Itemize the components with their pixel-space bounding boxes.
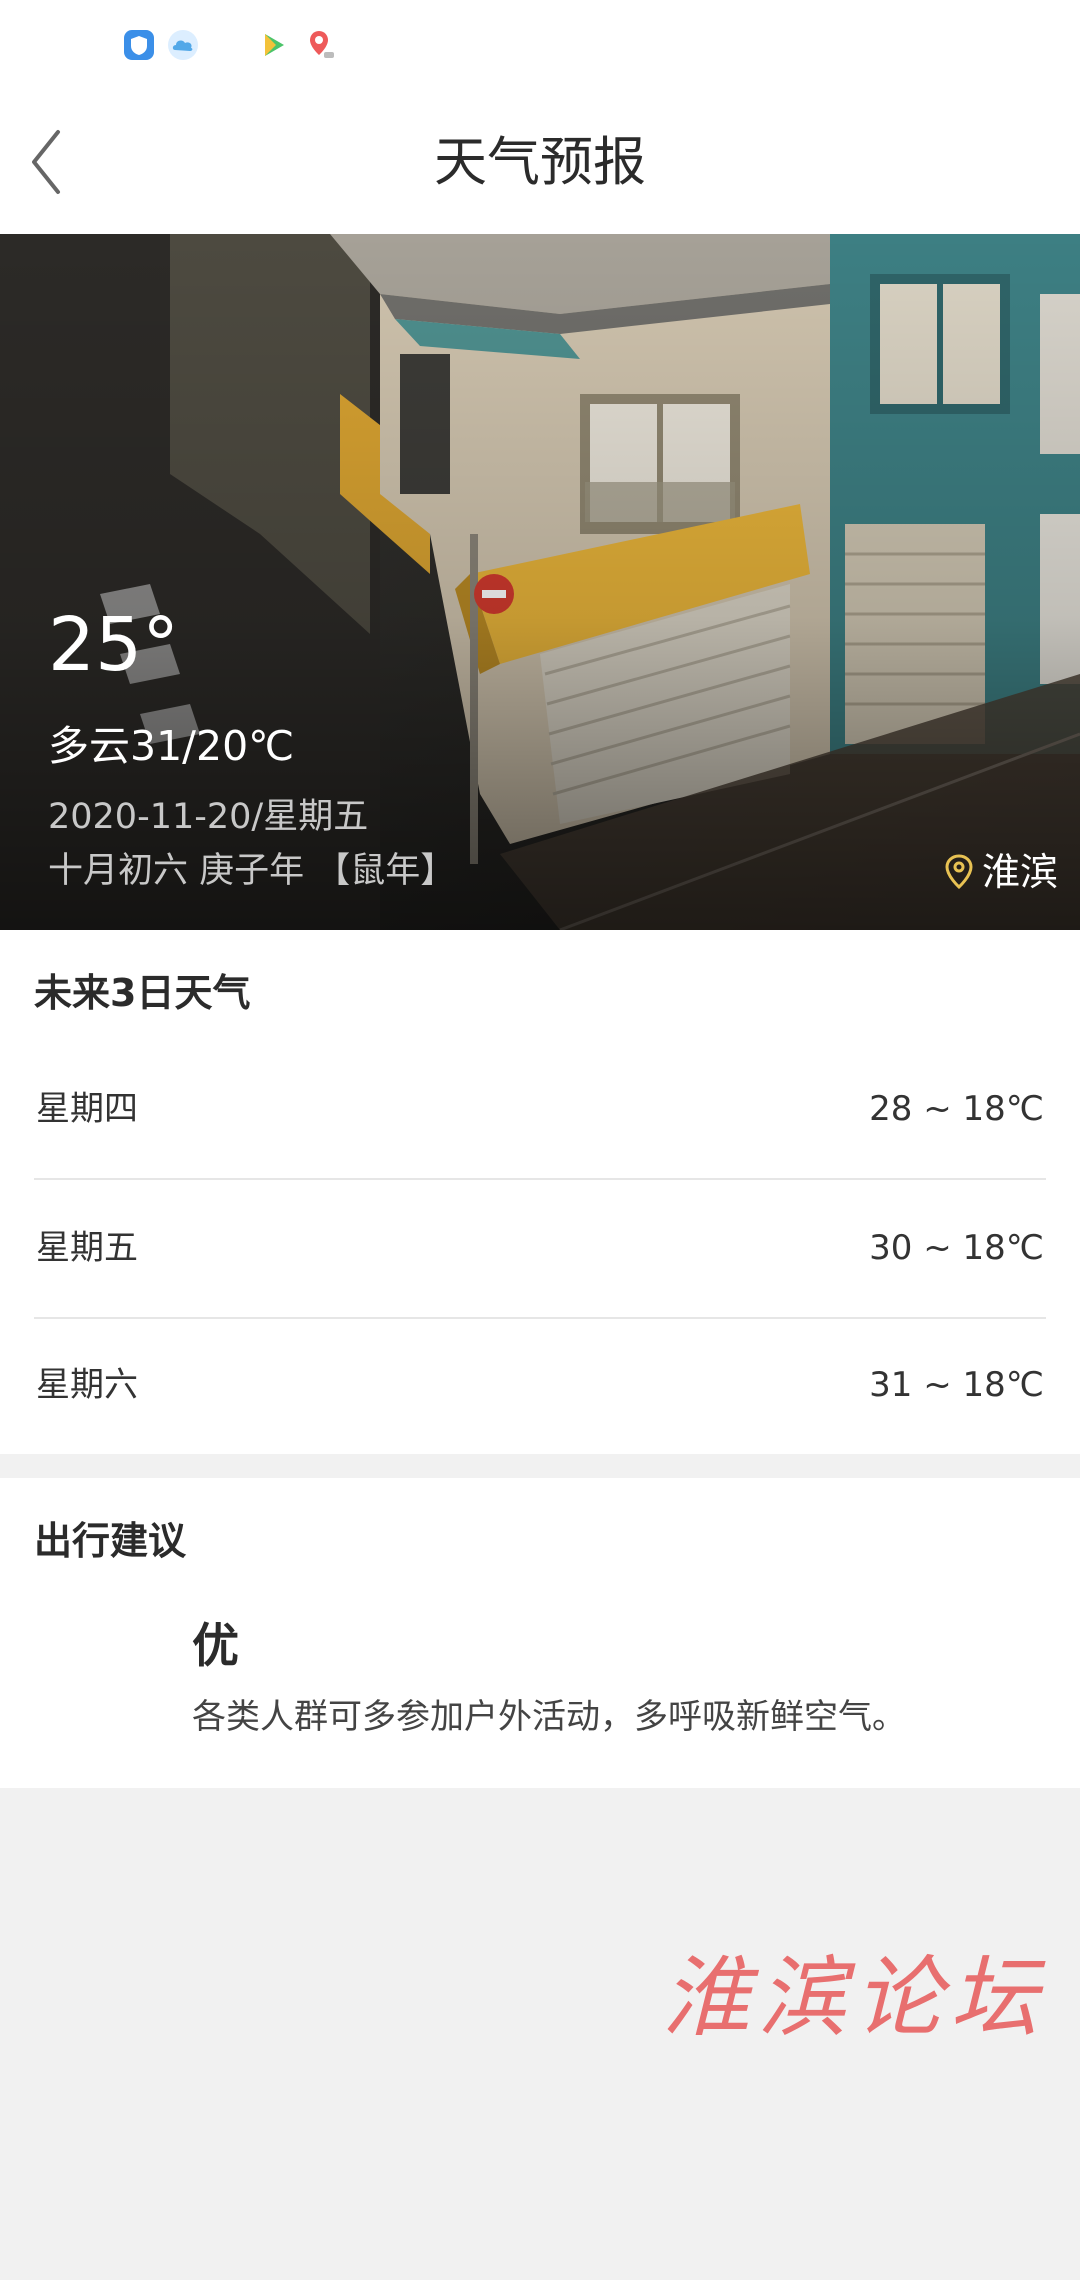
advice-level: 优 [192,1619,239,1674]
weather-hero: 25° 多云31/20℃ 2020-11-20/星期五 十月初六 庚子年 【鼠年… [0,234,1080,930]
title-bar: 天气预报 [0,92,1080,234]
forecast-row: 星期四 28 ~ 18℃ [34,1040,1046,1178]
current-date: 2020-11-20/星期五 [48,797,369,837]
forecast-temp-range: 28 ~ 18℃ [869,1089,1044,1129]
shield-icon [124,30,154,60]
forecast-day: 星期六 [36,1365,138,1405]
forecast-day: 星期五 [36,1228,138,1268]
forecast-temp-range: 30 ~ 18℃ [869,1228,1044,1268]
forecast-title: 未来3日天气 [34,971,251,1015]
travel-advice-card: 出行建议 优 各类人群可多参加户外活动，多呼吸新鲜空气。 [0,1478,1080,1788]
play-icon [265,34,284,56]
forum-watermark: 淮滨论坛 [662,1946,1047,2049]
map-pin-icon [310,31,334,58]
location-selector[interactable]: 淮滨 [944,848,1058,896]
forecast-day: 星期四 [36,1089,138,1129]
location-name: 淮滨 [981,850,1058,894]
forecast-card: 未来3日天气 星期四 28 ~ 18℃ 星期五 30 ~ 18℃ 星期六 31 … [0,930,1080,1454]
forecast-row: 星期六 31 ~ 18℃ [34,1316,1046,1454]
status-bar [0,0,1080,92]
advice-description: 各类人群可多参加户外活动，多呼吸新鲜空气。 [192,1697,906,1737]
current-temperature: 25° [48,602,180,688]
location-pin-icon [945,854,973,890]
forecast-temp-range: 31 ~ 18℃ [869,1365,1044,1405]
forecast-row: 星期五 30 ~ 18℃ [34,1179,1046,1317]
cloud-icon [168,30,198,60]
page-title: 天气预报 [434,132,646,193]
lunar-date: 十月初六 庚子年 【鼠年】 [48,851,456,891]
weather-condition: 多云31/20℃ [48,722,295,770]
travel-advice-title: 出行建议 [34,1519,187,1563]
